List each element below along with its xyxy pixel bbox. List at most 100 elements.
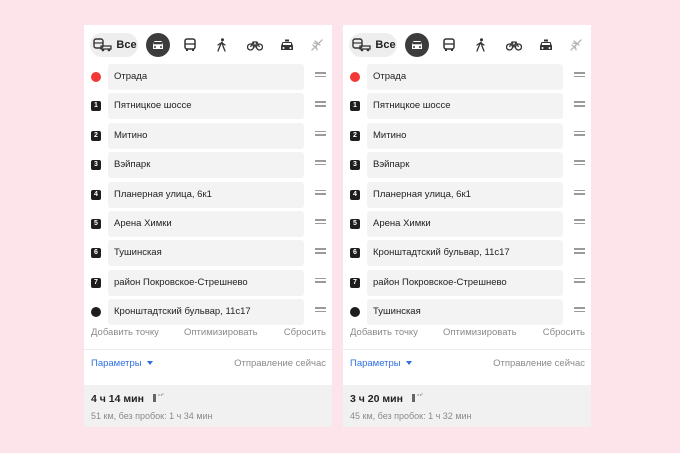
traffic-light-icon bbox=[153, 393, 164, 402]
mode-car-button[interactable] bbox=[405, 33, 429, 57]
pedestrian-icon bbox=[476, 38, 485, 52]
drag-handle-icon[interactable] bbox=[574, 101, 585, 111]
drag-handle-icon[interactable] bbox=[574, 277, 585, 288]
airplane-icon bbox=[311, 39, 323, 51]
parameters-label: Параметры bbox=[91, 358, 142, 369]
drag-handle-icon[interactable] bbox=[315, 189, 326, 200]
drag-handle-icon[interactable] bbox=[574, 248, 585, 258]
drag-handle-icon[interactable] bbox=[574, 189, 585, 200]
mode-bike-button[interactable] bbox=[244, 33, 266, 57]
departure-time-button[interactable]: Отправление сейчас bbox=[493, 358, 585, 369]
parameters-dropdown[interactable]: Параметры bbox=[350, 358, 412, 369]
waypoint-number: 7 bbox=[350, 277, 360, 288]
waypoint-input[interactable]: Отрада bbox=[108, 64, 304, 90]
waypoint-input[interactable]: Планерная улица, 6к1 bbox=[108, 181, 304, 208]
waypoint-input[interactable]: Вэйпарк bbox=[367, 152, 563, 179]
add-point-button[interactable]: Добавить точку bbox=[350, 327, 418, 338]
waypoint-input[interactable]: Тушинская bbox=[108, 240, 304, 267]
bus-icon bbox=[443, 38, 455, 51]
waypoint-row: 2 Митино bbox=[343, 122, 591, 149]
mode-bus-button[interactable] bbox=[180, 33, 200, 57]
taxi-icon bbox=[281, 39, 293, 50]
waypoint-input[interactable]: Планерная улица, 6к1 bbox=[367, 181, 563, 208]
waypoint-row: 7 район Покровское-Стрешнево bbox=[84, 269, 332, 296]
waypoint-row: Отрада bbox=[84, 64, 332, 90]
start-point-marker bbox=[350, 72, 360, 82]
route-duration: 4 ч 14 мин bbox=[91, 393, 144, 405]
waypoint-row: 3 Вэйпарк bbox=[84, 152, 332, 179]
waypoint-input[interactable]: Кронштадтский бульвар, 11с17 bbox=[367, 240, 563, 267]
departure-time-button[interactable]: Отправление сейчас bbox=[234, 358, 326, 369]
waypoint-input[interactable]: Митино bbox=[367, 122, 563, 149]
pedestrian-icon bbox=[217, 38, 226, 52]
drag-handle-icon[interactable] bbox=[574, 219, 585, 229]
drag-handle-icon[interactable] bbox=[574, 130, 585, 141]
waypoint-input[interactable]: Митино bbox=[108, 122, 304, 149]
waypoint-input[interactable]: Пятницкое шоссе bbox=[367, 93, 563, 120]
reset-button[interactable]: Сбросить bbox=[543, 327, 585, 338]
waypoint-row: Тушинская bbox=[343, 299, 591, 326]
mode-plane-button[interactable] bbox=[308, 33, 326, 57]
route-panel-right: Все Отрада 1 Пятницкое шоссе 2 Митино 3 … bbox=[343, 25, 591, 427]
parameters-dropdown[interactable]: Параметры bbox=[91, 358, 153, 369]
parameters-label: Параметры bbox=[350, 358, 401, 369]
waypoint-row: Отрада bbox=[343, 64, 591, 90]
drag-handle-icon[interactable] bbox=[315, 72, 326, 82]
waypoint-input[interactable]: Пятницкое шоссе bbox=[108, 93, 304, 120]
waypoint-row: 2 Митино bbox=[84, 122, 332, 149]
waypoint-number: 6 bbox=[350, 248, 360, 259]
drag-handle-icon[interactable] bbox=[315, 219, 326, 229]
divider bbox=[84, 349, 332, 350]
waypoint-input[interactable]: Кронштадтский бульвар, 11с17 bbox=[108, 299, 304, 326]
mode-all-button[interactable]: Все bbox=[90, 33, 138, 57]
mode-bus-button[interactable] bbox=[439, 33, 459, 57]
mode-bike-button[interactable] bbox=[503, 33, 525, 57]
route-summary[interactable]: 4 ч 14 мин 51 км, без пробок: 1 ч 34 мин bbox=[84, 385, 332, 427]
add-point-button[interactable]: Добавить точку bbox=[91, 327, 159, 338]
reset-button[interactable]: Сбросить bbox=[284, 327, 326, 338]
drag-handle-icon[interactable] bbox=[574, 307, 585, 317]
waypoint-input[interactable]: Отрада bbox=[367, 64, 563, 90]
car-icon bbox=[153, 41, 163, 49]
drag-handle-icon[interactable] bbox=[315, 248, 326, 258]
multimodal-icon bbox=[352, 38, 372, 52]
waypoint-row: 3 Вэйпарк bbox=[343, 152, 591, 179]
mode-taxi-button[interactable] bbox=[276, 33, 298, 57]
waypoint-number: 5 bbox=[350, 219, 360, 229]
optimize-button[interactable]: Оптимизировать bbox=[443, 327, 517, 338]
mode-plane-button[interactable] bbox=[567, 33, 585, 57]
waypoint-input[interactable]: Вэйпарк bbox=[108, 152, 304, 179]
mode-walk-button[interactable] bbox=[471, 33, 491, 57]
drag-handle-icon[interactable] bbox=[574, 72, 585, 82]
airplane-icon bbox=[570, 39, 582, 51]
route-details: 45 км, без пробок: 1 ч 32 мин bbox=[350, 411, 472, 421]
mode-all-label: Все bbox=[116, 39, 137, 51]
drag-handle-icon[interactable] bbox=[315, 277, 326, 288]
traffic-light-icon bbox=[412, 393, 423, 402]
waypoint-input[interactable]: район Покровское-Стрешнево bbox=[108, 269, 304, 296]
drag-handle-icon[interactable] bbox=[574, 160, 585, 170]
drag-handle-icon[interactable] bbox=[315, 130, 326, 141]
chevron-down-icon bbox=[146, 361, 153, 365]
mode-all-button[interactable]: Все bbox=[349, 33, 397, 57]
waypoint-row: Кронштадтский бульвар, 11с17 bbox=[84, 299, 332, 326]
waypoint-row: 7 район Покровское-Стрешнево bbox=[343, 269, 591, 296]
waypoint-row: 6 Кронштадтский бульвар, 11с17 bbox=[343, 240, 591, 267]
waypoint-input[interactable]: район Покровское-Стрешнево bbox=[367, 269, 563, 296]
waypoint-input[interactable]: Арена Химки bbox=[108, 211, 304, 237]
mode-walk-button[interactable] bbox=[212, 33, 232, 57]
drag-handle-icon[interactable] bbox=[315, 160, 326, 170]
route-duration: 3 ч 20 мин bbox=[350, 393, 403, 405]
route-summary[interactable]: 3 ч 20 мин 45 км, без пробок: 1 ч 32 мин bbox=[343, 385, 591, 427]
waypoint-input[interactable]: Тушинская bbox=[367, 299, 563, 326]
drag-handle-icon[interactable] bbox=[315, 307, 326, 317]
transport-mode-bar: Все bbox=[84, 25, 332, 63]
waypoint-row: 5 Арена Химки bbox=[343, 211, 591, 237]
mode-car-button[interactable] bbox=[146, 33, 170, 57]
drag-handle-icon[interactable] bbox=[315, 101, 326, 111]
mode-taxi-button[interactable] bbox=[535, 33, 557, 57]
waypoint-row: 1 Пятницкое шоссе bbox=[84, 93, 332, 120]
optimize-button[interactable]: Оптимизировать bbox=[184, 327, 258, 338]
waypoint-input[interactable]: Арена Химки bbox=[367, 211, 563, 237]
waypoint-number: 7 bbox=[91, 277, 101, 288]
